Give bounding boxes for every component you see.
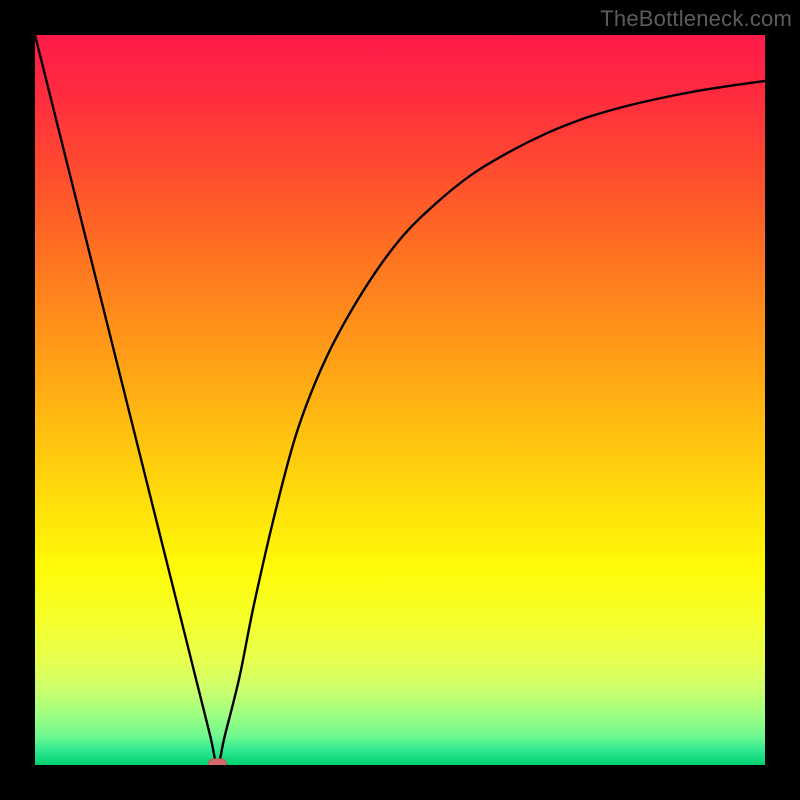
plot-area [35, 35, 765, 765]
curve-svg [35, 35, 765, 765]
chart-frame: TheBottleneck.com [0, 0, 800, 800]
bottleneck-curve [35, 35, 765, 765]
minimum-marker [209, 759, 227, 765]
watermark-text: TheBottleneck.com [600, 6, 792, 32]
